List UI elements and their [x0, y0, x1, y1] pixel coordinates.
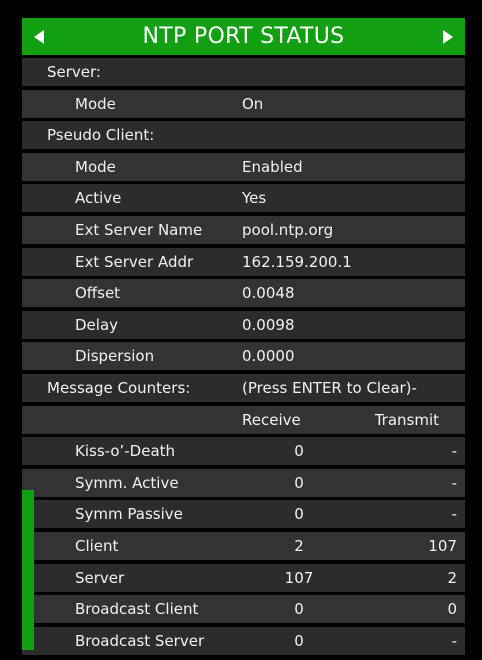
receive-count: 0: [294, 600, 304, 619]
row-label: Active: [75, 189, 122, 208]
row-label: Mode: [75, 94, 116, 113]
server-mode-row[interactable]: Mode On: [22, 89, 465, 118]
row-label: Client: [75, 536, 119, 555]
row-label: Broadcast Client: [75, 600, 199, 619]
counter-row[interactable]: Symm. Active 0 -: [22, 468, 465, 497]
title-bar: NTP PORT STATUS: [22, 18, 465, 55]
counter-row[interactable]: Broadcast Server 0 -: [22, 626, 465, 655]
row-label: Broadcast Server: [75, 631, 205, 650]
row-label: Ext Server Name: [75, 220, 203, 239]
row-value: 0.0048: [242, 284, 295, 303]
counter-row[interactable]: Server 107 2: [22, 563, 465, 592]
row-label: Kiss-o’-Death: [75, 442, 176, 461]
row-label: Ext Server Addr: [75, 252, 194, 271]
row-label: Server: [75, 568, 125, 587]
transmit-count: 0: [447, 600, 457, 619]
arrow-right-icon[interactable]: [440, 28, 456, 46]
scroll-indicator[interactable]: [22, 490, 34, 650]
arrow-left-icon[interactable]: [31, 28, 47, 46]
row-value: Yes: [242, 189, 267, 208]
counter-row[interactable]: Broadcast Client 0 0: [22, 595, 465, 624]
receive-count: 107: [284, 568, 314, 587]
counters-section-label: Message Counters:: [47, 378, 191, 397]
counter-row[interactable]: Kiss-o’-Death 0 -: [22, 437, 465, 466]
pseudo-client-section-row: Pseudo Client:: [22, 121, 465, 150]
pseudo-active-row[interactable]: Active Yes: [22, 184, 465, 213]
pseudo-offset-row[interactable]: Offset 0.0048: [22, 279, 465, 308]
counters-clear-hint: (Press ENTER to Clear)-: [242, 378, 417, 397]
row-label: Dispersion: [75, 347, 155, 366]
row-label: Symm Passive: [75, 505, 183, 524]
row-label: Delay: [75, 315, 119, 334]
transmit-count: 107: [428, 536, 457, 555]
page-title: NTP PORT STATUS: [142, 24, 345, 49]
row-value: 0.0000: [242, 347, 295, 366]
row-label: Symm. Active: [75, 473, 179, 492]
counter-row[interactable]: Client 2 107: [22, 531, 465, 560]
pseudo-ext-server-addr-row[interactable]: Ext Server Addr 162.159.200.1: [22, 247, 465, 276]
transmit-count: 2: [447, 568, 457, 587]
counters-section-row[interactable]: Message Counters: (Press ENTER to Clear)…: [22, 373, 465, 402]
transmit-count: -: [451, 473, 457, 492]
pseudo-dispersion-row[interactable]: Dispersion 0.0000: [22, 342, 465, 371]
ntp-port-status-panel: NTP PORT STATUS Server: Mode On Pseudo C…: [22, 18, 465, 655]
pseudo-mode-row[interactable]: Mode Enabled: [22, 152, 465, 181]
row-value: 162.159.200.1: [242, 252, 352, 271]
row-value: Enabled: [242, 157, 303, 176]
receive-count: 0: [294, 442, 304, 461]
row-value: On: [242, 94, 264, 113]
transmit-count: -: [451, 631, 457, 650]
server-section-row: Server:: [22, 58, 465, 86]
receive-count: 0: [294, 505, 304, 524]
pseudo-ext-server-name-row[interactable]: Ext Server Name pool.ntp.org: [22, 215, 465, 244]
server-section-label: Server:: [47, 63, 101, 81]
pseudo-client-section-label: Pseudo Client:: [47, 126, 155, 145]
counter-row[interactable]: Symm Passive 0 -: [22, 500, 465, 529]
receive-count: 0: [294, 631, 304, 650]
transmit-count: -: [451, 442, 457, 461]
pseudo-delay-row[interactable]: Delay 0.0098: [22, 310, 465, 339]
row-value: 0.0098: [242, 315, 295, 334]
row-label: Offset: [75, 284, 121, 303]
receive-count: 2: [294, 536, 304, 555]
transmit-count: -: [451, 505, 457, 524]
counters-column-header-row: Receive Transmit: [22, 405, 465, 434]
row-label: Mode: [75, 157, 116, 176]
row-value: pool.ntp.org: [242, 220, 334, 239]
receive-column-header: Receive: [242, 410, 301, 429]
transmit-column-header: Transmit: [374, 410, 439, 429]
receive-count: 0: [294, 473, 304, 492]
